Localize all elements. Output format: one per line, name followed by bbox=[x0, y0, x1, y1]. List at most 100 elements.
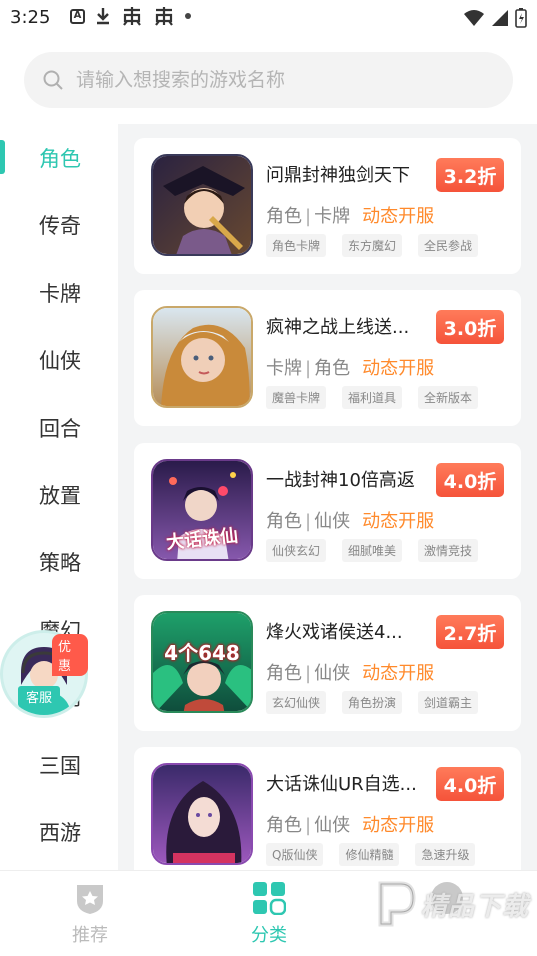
system-icons bbox=[463, 8, 527, 28]
game-tag: 角色卡牌 bbox=[266, 234, 327, 257]
promo-badge: 优惠 bbox=[52, 634, 88, 676]
sidebar-item-three-kingdoms[interactable]: 三国 bbox=[0, 731, 118, 798]
game-status: 动态开服 bbox=[362, 511, 435, 532]
sidebar-item-role[interactable]: 角色 bbox=[0, 124, 118, 191]
sidebar-item-label: 西游 bbox=[39, 820, 81, 845]
tag-row: Q版仙侠 修仙精髓 急速升级 bbox=[266, 843, 476, 866]
watermark-text: 精品下载 bbox=[420, 891, 529, 922]
game-card[interactable]: 大话诛仙 一战封神10倍高返 4.0折 角色 | 仙侠 动态开服 仙侠玄幻 细腻唯美 … bbox=[134, 443, 521, 579]
sidebar-item-journey-west[interactable]: 西游 bbox=[0, 798, 118, 865]
game-tag: 全民参战 bbox=[418, 234, 479, 257]
game-card[interactable]: 问鼎封神独剑天下 3.2折 角色 | 卡牌 动态开服 角色卡牌 东方魔幻 全民参战 bbox=[134, 138, 521, 274]
search-input[interactable] bbox=[76, 69, 476, 91]
customer-service-button[interactable]: 优惠 客服 bbox=[0, 630, 88, 718]
game-type: 仙侠 bbox=[314, 663, 351, 684]
bug-icon bbox=[155, 7, 173, 26]
game-type: 角色 bbox=[266, 663, 302, 684]
game-type: 仙侠 bbox=[314, 815, 351, 836]
tag-row: 魔兽卡牌 福利道具 全新版本 bbox=[266, 386, 479, 409]
game-type: 角色 bbox=[266, 206, 302, 227]
game-card[interactable]: 疯神之战上线送... 3.0折 卡牌 | 角色 动态开服 魔兽卡牌 福利道具 全新版本 bbox=[134, 290, 521, 426]
game-type: 卡牌 bbox=[314, 206, 351, 227]
game-tag: 激情竞技 bbox=[418, 539, 479, 562]
game-title: 烽火戏诸侯送4... bbox=[266, 622, 403, 643]
game-icon bbox=[151, 154, 253, 256]
sidebar-item-xianxia[interactable]: 仙侠 bbox=[0, 326, 118, 393]
status-bar: 3:25 A bbox=[0, 0, 537, 38]
notification-icons: A bbox=[70, 6, 191, 26]
discount-badge: 2.7折 bbox=[436, 615, 504, 649]
tab-category[interactable]: 分类 bbox=[229, 881, 309, 947]
sidebar-item-label: 仙侠 bbox=[39, 348, 81, 373]
customer-service-label: 客服 bbox=[18, 686, 61, 707]
battery-icon bbox=[515, 8, 527, 28]
game-title: 问鼎封神独剑天下 bbox=[266, 165, 410, 186]
game-icon bbox=[151, 306, 253, 408]
discount-badge: 4.0折 bbox=[436, 767, 504, 801]
sidebar-item-label: 传奇 bbox=[39, 213, 81, 238]
watermark-logo bbox=[378, 881, 416, 927]
game-tag: 魔兽卡牌 bbox=[266, 386, 327, 409]
discount-badge: 4.0折 bbox=[436, 463, 504, 497]
game-tag: Q版仙侠 bbox=[266, 843, 324, 866]
game-tag: 东方魔幻 bbox=[342, 234, 403, 257]
watermark: 精品下载 bbox=[375, 880, 529, 928]
game-title: 大话诛仙UR自选... bbox=[266, 774, 417, 795]
game-icon: 大话诛仙 bbox=[151, 459, 253, 561]
status-time: 3:25 bbox=[10, 7, 51, 28]
sidebar-item-card[interactable]: 卡牌 bbox=[0, 259, 118, 326]
sidebar-item-label: 角色 bbox=[39, 146, 81, 171]
game-meta: 角色 | 仙侠 动态开服 bbox=[266, 663, 435, 684]
wifi-icon bbox=[464, 10, 484, 26]
sidebar-item-label: 卡牌 bbox=[39, 281, 81, 306]
game-tag: 剑道霸主 bbox=[418, 691, 479, 714]
game-meta: 卡牌 | 角色 动态开服 bbox=[266, 358, 435, 379]
game-status: 动态开服 bbox=[362, 206, 435, 227]
game-meta: 角色 | 仙侠 动态开服 bbox=[266, 511, 435, 532]
shield-star-icon bbox=[77, 885, 103, 914]
game-status: 动态开服 bbox=[362, 815, 435, 836]
game-tag: 角色扮演 bbox=[342, 691, 403, 714]
game-tag: 玄幻仙侠 bbox=[266, 691, 327, 714]
tab-label: 推荐 bbox=[72, 925, 108, 946]
game-type: 角色 bbox=[314, 358, 351, 379]
game-title: 一战封神10倍高返 bbox=[266, 470, 415, 491]
tab-recommend[interactable]: 推荐 bbox=[50, 881, 130, 947]
game-icon-text: 4个648 bbox=[164, 641, 240, 665]
sidebar-item-label: 回合 bbox=[39, 416, 81, 441]
game-tag: 修仙精髓 bbox=[339, 843, 400, 866]
game-card[interactable]: 4个648 烽火戏诸侯送4... 2.7折 角色 | 仙侠 动态开服 玄幻仙侠 角色扮… bbox=[134, 595, 521, 731]
game-list: 问鼎封神独剑天下 3.2折 角色 | 卡牌 动态开服 角色卡牌 东方魔幻 全民参战 疯… bbox=[118, 124, 537, 870]
game-status: 动态开服 bbox=[362, 663, 435, 684]
game-tag: 急速升级 bbox=[415, 843, 476, 866]
game-icon: 4个648 bbox=[151, 611, 253, 713]
sidebar-item-turn-based[interactable]: 回合 bbox=[0, 394, 118, 461]
category-sidebar: 角色 传奇 卡牌 仙侠 回合 放置 策略 魔幻 休闲 三国 西游 bbox=[0, 124, 118, 870]
signal-icon bbox=[492, 10, 508, 26]
game-meta: 角色 | 仙侠 动态开服 bbox=[266, 815, 435, 836]
search-icon bbox=[43, 70, 63, 90]
game-icon bbox=[151, 763, 253, 865]
game-card[interactable]: 大话诛仙UR自选... 4.0折 角色 | 仙侠 动态开服 Q版仙侠 修仙精髓 急速升… bbox=[134, 747, 521, 870]
sidebar-item-legend[interactable]: 传奇 bbox=[0, 191, 118, 258]
search-bar[interactable] bbox=[24, 52, 513, 108]
game-status: 动态开服 bbox=[362, 358, 435, 379]
discount-badge: 3.2折 bbox=[436, 158, 504, 192]
game-tag: 全新版本 bbox=[418, 386, 479, 409]
game-tag: 福利道具 bbox=[342, 386, 403, 409]
bug-icon bbox=[123, 7, 141, 26]
a-badge-icon: A bbox=[70, 8, 85, 24]
discount-badge: 3.0折 bbox=[436, 310, 504, 344]
tag-row: 仙侠玄幻 细腻唯美 激情竞技 bbox=[266, 539, 479, 562]
download-icon bbox=[97, 8, 109, 25]
sidebar-item-idle[interactable]: 放置 bbox=[0, 461, 118, 528]
sidebar-item-strategy[interactable]: 策略 bbox=[0, 528, 118, 595]
sidebar-item-label: 放置 bbox=[39, 483, 81, 508]
game-type: 仙侠 bbox=[314, 511, 351, 532]
game-title: 疯神之战上线送... bbox=[266, 317, 410, 338]
game-tag: 仙侠玄幻 bbox=[266, 539, 327, 562]
game-type: 角色 bbox=[266, 815, 302, 836]
game-type: 角色 bbox=[266, 511, 302, 532]
dot-icon bbox=[185, 13, 191, 19]
grid-icon bbox=[253, 882, 286, 915]
